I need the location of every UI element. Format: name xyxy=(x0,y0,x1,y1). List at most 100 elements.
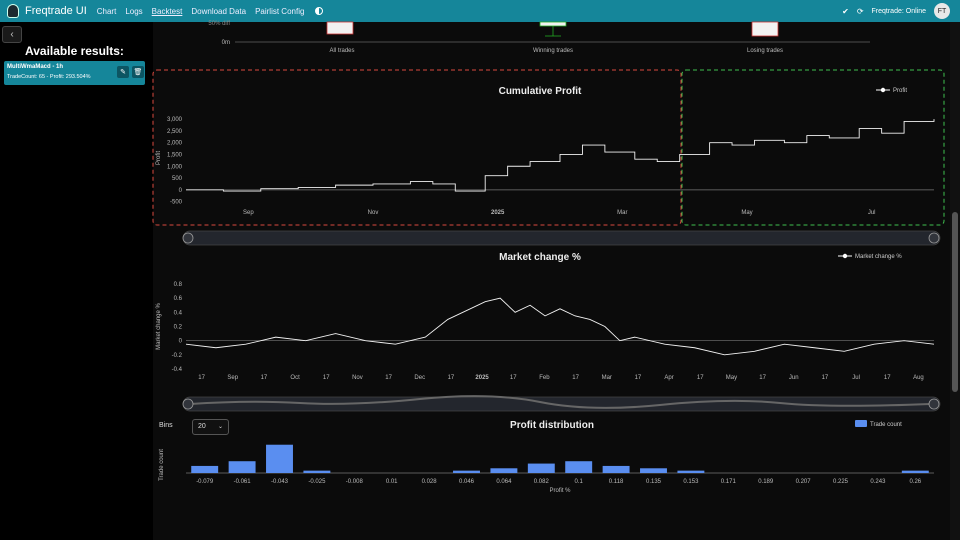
x-tick-label: Oct xyxy=(290,375,300,381)
cumulative-profit-chart: Cumulative Profit Profit -500 0 500 1,000 1,50… xyxy=(156,86,935,216)
x-tick-label: 0.171 xyxy=(721,479,737,485)
x-tick-label: 0.135 xyxy=(646,479,662,485)
losing-trades-box xyxy=(751,21,779,37)
y-tick-label: 1,000 xyxy=(167,164,183,170)
x-tick-label: Sep xyxy=(227,375,238,381)
zoom-slider-track[interactable] xyxy=(182,230,941,246)
x-tick-label: Jul xyxy=(868,210,876,216)
x-tick-label: 0.207 xyxy=(796,479,812,485)
y-axis-label: Market change % xyxy=(156,302,162,349)
bar xyxy=(640,468,667,473)
summary-category: Winning trades xyxy=(533,48,573,54)
market-change-chart: Market change % Market change % -0.4 -0.2 0 0… xyxy=(156,252,935,381)
x-tick-label: 17 xyxy=(822,375,829,381)
summary-y-label: 50% diff xyxy=(208,21,230,27)
bins-label: Bins xyxy=(159,422,173,429)
y-tick-label: 500 xyxy=(172,176,183,182)
x-tick-label: Apr xyxy=(664,375,673,381)
x-tick-label: 17 xyxy=(572,375,579,381)
x-tick-label: 17 xyxy=(510,375,517,381)
y-tick-label: -500 xyxy=(170,200,183,206)
y-tick-label: 0.2 xyxy=(174,325,183,331)
x-tick-label: Mar xyxy=(617,210,627,216)
x-tick-label: 2025 xyxy=(491,210,505,216)
x-tick-label: 2025 xyxy=(475,375,489,381)
x-tick-label: -0.079 xyxy=(196,479,214,485)
zoom-handle-left[interactable] xyxy=(182,232,194,244)
y-tick-label: 0.6 xyxy=(174,296,183,302)
y-tick-label: -0.4 xyxy=(172,367,183,373)
bar xyxy=(602,465,630,473)
bar xyxy=(901,470,929,473)
legend-marker xyxy=(842,253,848,259)
x-tick-label: Mar xyxy=(602,375,612,381)
x-axis-label: Profit % xyxy=(549,488,571,494)
x-tick-label: 0.153 xyxy=(683,479,699,485)
bar xyxy=(266,444,293,473)
y-tick-label: 2,500 xyxy=(167,129,183,135)
x-tick-label: 0.118 xyxy=(609,479,624,485)
bar xyxy=(303,470,331,473)
x-tick-label: -0.043 xyxy=(271,479,289,485)
x-tick-label: Jul xyxy=(852,375,860,381)
x-tick-label: Aug xyxy=(913,375,924,381)
x-tick-label: May xyxy=(741,210,752,216)
bar xyxy=(490,468,518,473)
summary-category: Losing trades xyxy=(747,48,783,54)
x-tick-label: 17 xyxy=(635,375,642,381)
x-tick-label: 0.225 xyxy=(833,479,849,485)
zoom-handle-right[interactable] xyxy=(928,232,940,244)
x-tick-label: 0.01 xyxy=(386,479,398,485)
legend-label: Trade count xyxy=(870,422,902,428)
x-tick-label: Jun xyxy=(789,375,799,381)
bar xyxy=(527,463,555,473)
x-tick-label: 0.028 xyxy=(422,479,438,485)
legend-marker xyxy=(880,87,886,93)
x-tick-label: Sep xyxy=(243,210,254,216)
x-tick-label: 17 xyxy=(323,375,330,381)
y-tick-label: 0 xyxy=(179,339,183,345)
cumulative-zoom-slider[interactable] xyxy=(182,230,941,246)
winning-trades-box xyxy=(539,21,567,27)
x-tick-label: May xyxy=(726,375,737,381)
bar xyxy=(453,470,480,473)
x-tick-label: Nov xyxy=(368,210,379,216)
x-tick-label: 17 xyxy=(759,375,766,381)
x-tick-label: 0.1 xyxy=(575,479,584,485)
y-axis-label: Profit xyxy=(156,151,162,165)
y-tick-label: 3,000 xyxy=(167,117,183,123)
x-tick-label: -0.008 xyxy=(346,479,364,485)
zoom-slider-track[interactable] xyxy=(182,396,941,412)
bar xyxy=(228,461,256,473)
chart-title: Market change % xyxy=(499,252,581,263)
x-tick-label: 17 xyxy=(697,375,704,381)
x-tick-label: 17 xyxy=(261,375,268,381)
x-tick-label: -0.061 xyxy=(234,479,252,485)
x-tick-label: 0.26 xyxy=(909,479,921,485)
x-tick-label: 17 xyxy=(385,375,392,381)
y-tick-label: 2,000 xyxy=(167,141,183,147)
x-tick-label: 0.082 xyxy=(534,479,550,485)
x-tick-label: -0.025 xyxy=(308,479,326,485)
zoom-handle-right[interactable] xyxy=(928,398,940,410)
x-tick-label: Dec xyxy=(414,375,425,381)
x-tick-label: 0.189 xyxy=(758,479,774,485)
chart-title: Cumulative Profit xyxy=(499,86,582,97)
bar xyxy=(677,470,705,473)
red-highlight-box xyxy=(152,69,682,226)
y-tick-label: 0 xyxy=(179,188,183,194)
y-tick-label: -0.2 xyxy=(172,353,183,359)
x-tick-label: Feb xyxy=(539,375,550,381)
x-tick-label: 0.046 xyxy=(459,479,475,485)
bins-select[interactable]: 20 ⌄ xyxy=(192,419,229,435)
y-tick-label: 1,500 xyxy=(167,152,183,158)
x-tick-label: 17 xyxy=(884,375,891,381)
x-tick-label: 0.243 xyxy=(870,479,886,485)
market-zoom-slider[interactable] xyxy=(182,395,941,412)
bar xyxy=(565,461,593,473)
series-line xyxy=(186,119,935,192)
y-tick-label: 0.8 xyxy=(174,282,183,288)
x-tick-label: 0.064 xyxy=(496,479,512,485)
profit-distribution-chart: Profit distribution Trade count Trade coun… xyxy=(159,420,934,494)
zoom-handle-left[interactable] xyxy=(182,398,194,410)
